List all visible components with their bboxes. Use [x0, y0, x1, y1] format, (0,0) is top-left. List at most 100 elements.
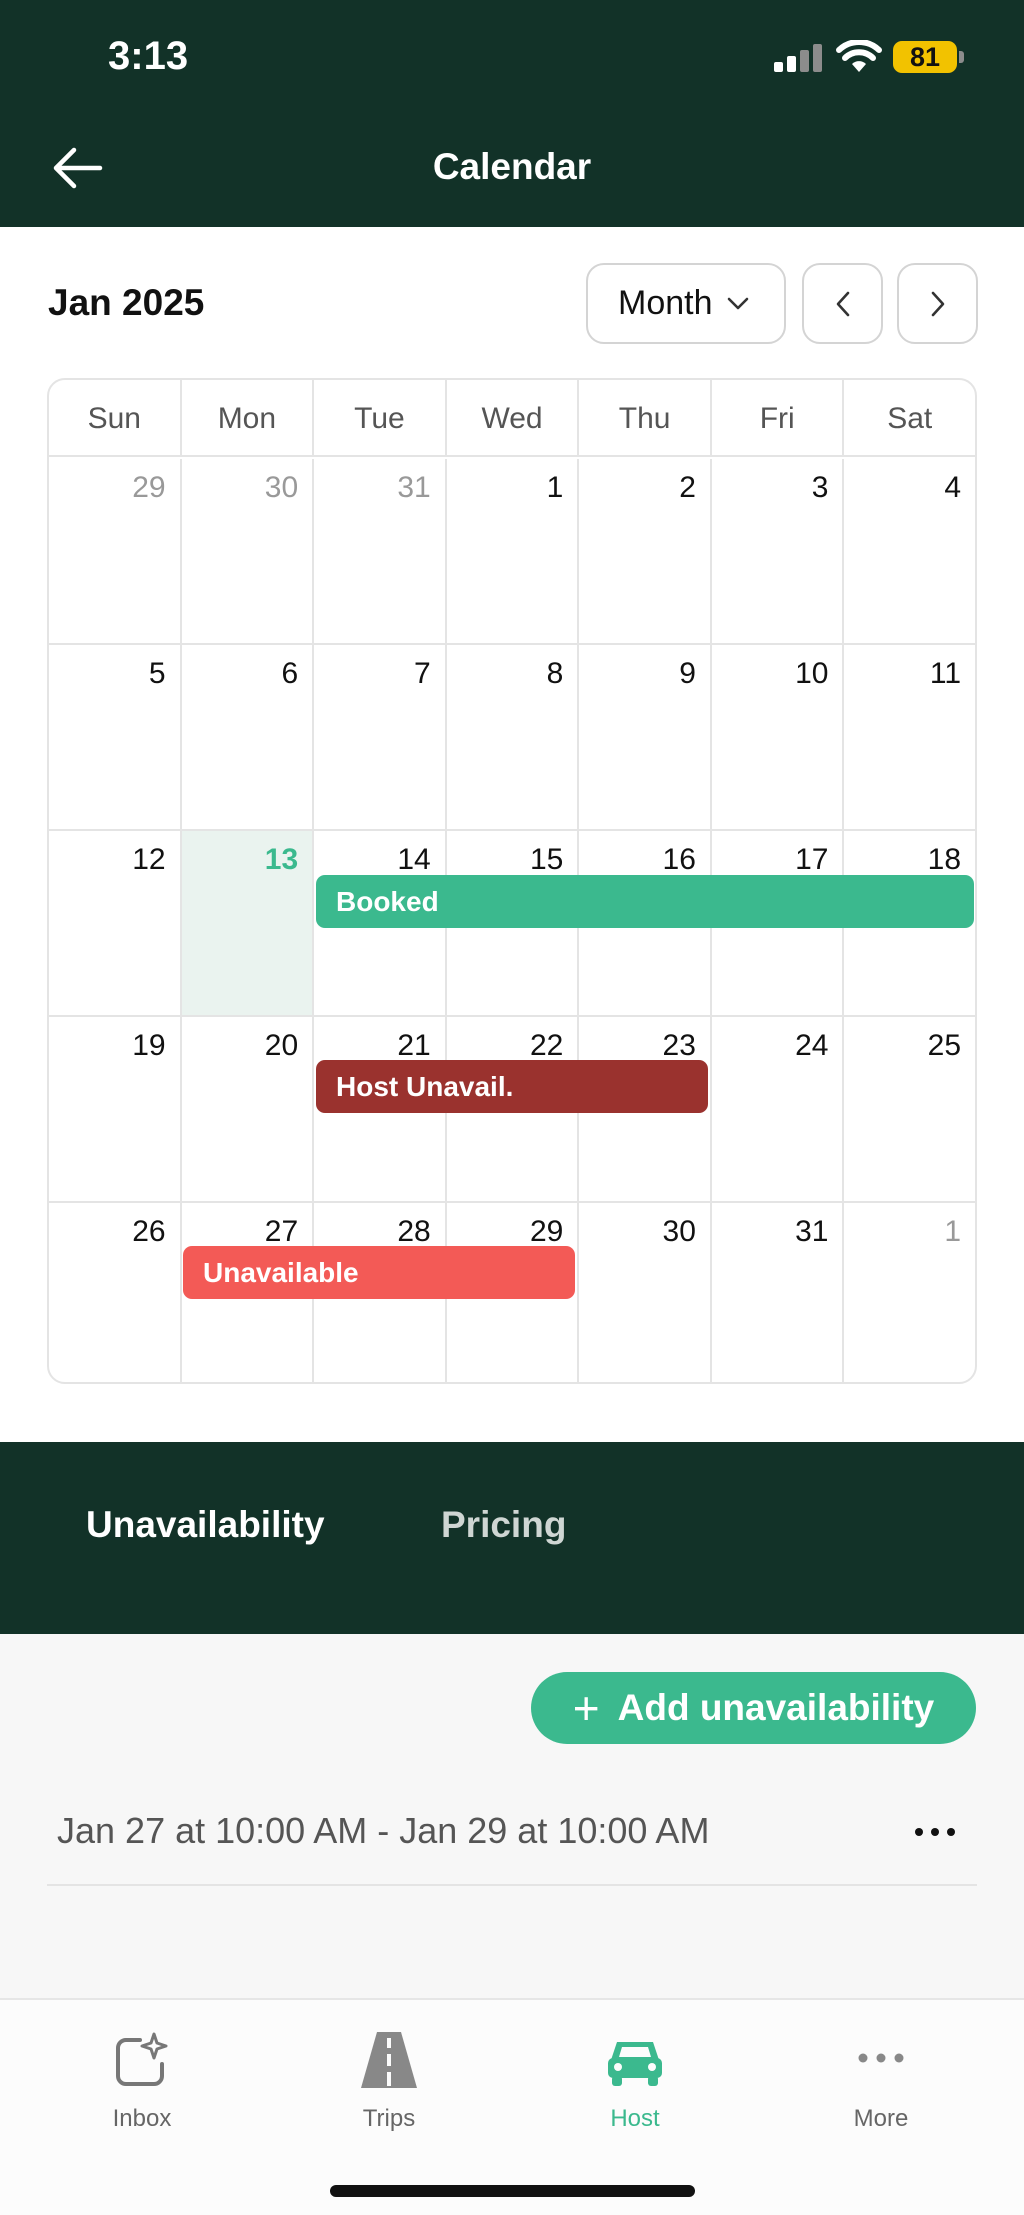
calendar-week: 5 6 7 8 9 10 11	[49, 645, 975, 831]
day-number: 31	[795, 1215, 829, 1248]
calendar-day[interactable]: 30	[579, 1203, 712, 1382]
add-unavailability-button[interactable]: + Add unavailability	[531, 1672, 976, 1744]
next-month-button[interactable]	[897, 263, 978, 344]
calendar-day[interactable]: 10	[712, 645, 845, 829]
day-number: 26	[132, 1215, 166, 1248]
chevron-down-icon	[727, 297, 748, 309]
day-number: 8	[546, 657, 564, 690]
weekday-header: Sun Mon Tue Wed Thu Fri Sat	[49, 380, 975, 457]
calendar-day[interactable]: 5	[49, 645, 182, 829]
day-number: 19	[132, 1029, 166, 1062]
unavailability-panel: + Add unavailability Jan 27 at 10:00 AM …	[0, 1634, 1024, 1998]
day-number: 11	[929, 657, 962, 690]
day-number: 13	[264, 843, 299, 876]
calendar-day[interactable]: 8	[447, 645, 580, 829]
day-number: 24	[795, 1029, 829, 1062]
day-number: 28	[397, 1215, 431, 1248]
tab-unavailability[interactable]: Unavailability	[86, 1504, 325, 1546]
calendar-day[interactable]: 1	[447, 459, 580, 643]
status-time: 3:13	[108, 34, 189, 78]
calendar-day[interactable]: 31	[712, 1203, 845, 1382]
section-tabs: Unavailability Pricing	[0, 1442, 1024, 1634]
day-number: 9	[679, 657, 696, 690]
calendar-day[interactable]: 19	[49, 1017, 182, 1201]
plus-icon: +	[572, 1682, 600, 1734]
calendar-day[interactable]: 1	[844, 1203, 975, 1382]
nav-label: Trips	[362, 2105, 416, 2132]
weekday-label: Wed	[447, 380, 580, 455]
calendar-day[interactable]: 12	[49, 831, 182, 1015]
car-icon	[608, 2042, 662, 2086]
day-number: 18	[927, 843, 962, 876]
more-dots-icon	[858, 2053, 904, 2063]
view-select[interactable]: Month	[586, 263, 786, 344]
add-unavailability-label: Add unavailability	[617, 1687, 935, 1728]
view-select-label: Month	[618, 284, 713, 322]
day-number: 29	[529, 1215, 564, 1248]
day-number: 31	[397, 471, 431, 504]
calendar-day[interactable]: 30	[182, 459, 315, 643]
page-title: Calendar	[432, 146, 592, 187]
day-number: 17	[795, 843, 829, 876]
day-number: 2	[679, 471, 696, 504]
day-number: 6	[281, 657, 299, 690]
booked-event-bar[interactable]: Booked	[316, 875, 974, 928]
calendar-day[interactable]: 11	[844, 645, 975, 829]
day-number: 21	[397, 1029, 431, 1062]
month-calendar: Sun Mon Tue Wed Thu Fri Sat 29 30 31 1 2…	[47, 378, 977, 1384]
calendar-day[interactable]: 29	[49, 459, 182, 643]
day-number: 30	[264, 471, 299, 504]
nav-label: More	[853, 2105, 909, 2132]
day-number: 10	[795, 657, 829, 690]
nav-label: Host	[610, 2105, 660, 2132]
host-unavailable-event-bar[interactable]: Host Unavail.	[316, 1060, 708, 1113]
day-number: 23	[662, 1029, 696, 1062]
month-label: Jan 2025	[48, 282, 205, 323]
more-options-icon[interactable]	[915, 1812, 955, 1852]
calendar-day[interactable]: 20	[182, 1017, 315, 1201]
day-number: 4	[944, 471, 962, 504]
calendar-day[interactable]: 25	[844, 1017, 975, 1201]
unavailability-list-item[interactable]: Jan 27 at 10:00 AM - Jan 29 at 10:00 AM	[47, 1784, 977, 1886]
day-number: 14	[397, 843, 431, 876]
unavailable-event-bar[interactable]: Unavailable	[183, 1246, 575, 1299]
day-number: 1	[546, 471, 564, 504]
calendar-day[interactable]: 9	[579, 645, 712, 829]
nav-inbox[interactable]: Inbox	[67, 2030, 217, 2133]
day-number: 20	[264, 1029, 299, 1062]
day-number: 16	[662, 843, 696, 876]
unavailability-range: Jan 27 at 10:00 AM - Jan 29 at 10:00 AM	[57, 1810, 710, 1851]
calendar-day[interactable]: 6	[182, 645, 315, 829]
calendar-day[interactable]: 24	[712, 1017, 845, 1201]
wifi-icon	[836, 40, 882, 72]
calendar-day[interactable]: 2	[579, 459, 712, 643]
weekday-label: Mon	[182, 380, 315, 455]
day-number: 22	[529, 1029, 564, 1062]
weekday-label: Thu	[579, 380, 712, 455]
nav-trips[interactable]: Trips	[314, 2030, 464, 2133]
chevron-left-icon	[836, 291, 849, 316]
day-number: 12	[132, 843, 166, 876]
weekday-label: Fri	[712, 380, 845, 455]
weekday-label: Sat	[887, 402, 933, 435]
day-number: 30	[662, 1215, 696, 1248]
nav-more[interactable]: More	[806, 2030, 956, 2133]
calendar-day[interactable]: 31	[314, 459, 447, 643]
calendar-day[interactable]: 3	[712, 459, 845, 643]
calendar-day[interactable]: 26	[49, 1203, 182, 1382]
day-number: 7	[414, 657, 431, 690]
road-icon	[361, 2032, 417, 2088]
calendar-day[interactable]: 4	[844, 459, 975, 643]
inbox-sparkle-icon	[116, 2032, 168, 2086]
day-number: 25	[927, 1029, 962, 1062]
nav-label: Inbox	[112, 2105, 172, 2132]
calendar-day-today[interactable]: 13	[181, 831, 315, 1015]
tab-pricing[interactable]: Pricing	[441, 1504, 566, 1546]
home-indicator	[330, 2185, 695, 2197]
day-number: 27	[264, 1215, 299, 1248]
app-header: 3:13 81 Calendar	[0, 0, 1024, 227]
nav-host[interactable]: Host	[560, 2030, 710, 2133]
day-number: 29	[132, 471, 166, 504]
calendar-day[interactable]: 7	[314, 645, 447, 829]
previous-month-button[interactable]	[802, 263, 883, 344]
